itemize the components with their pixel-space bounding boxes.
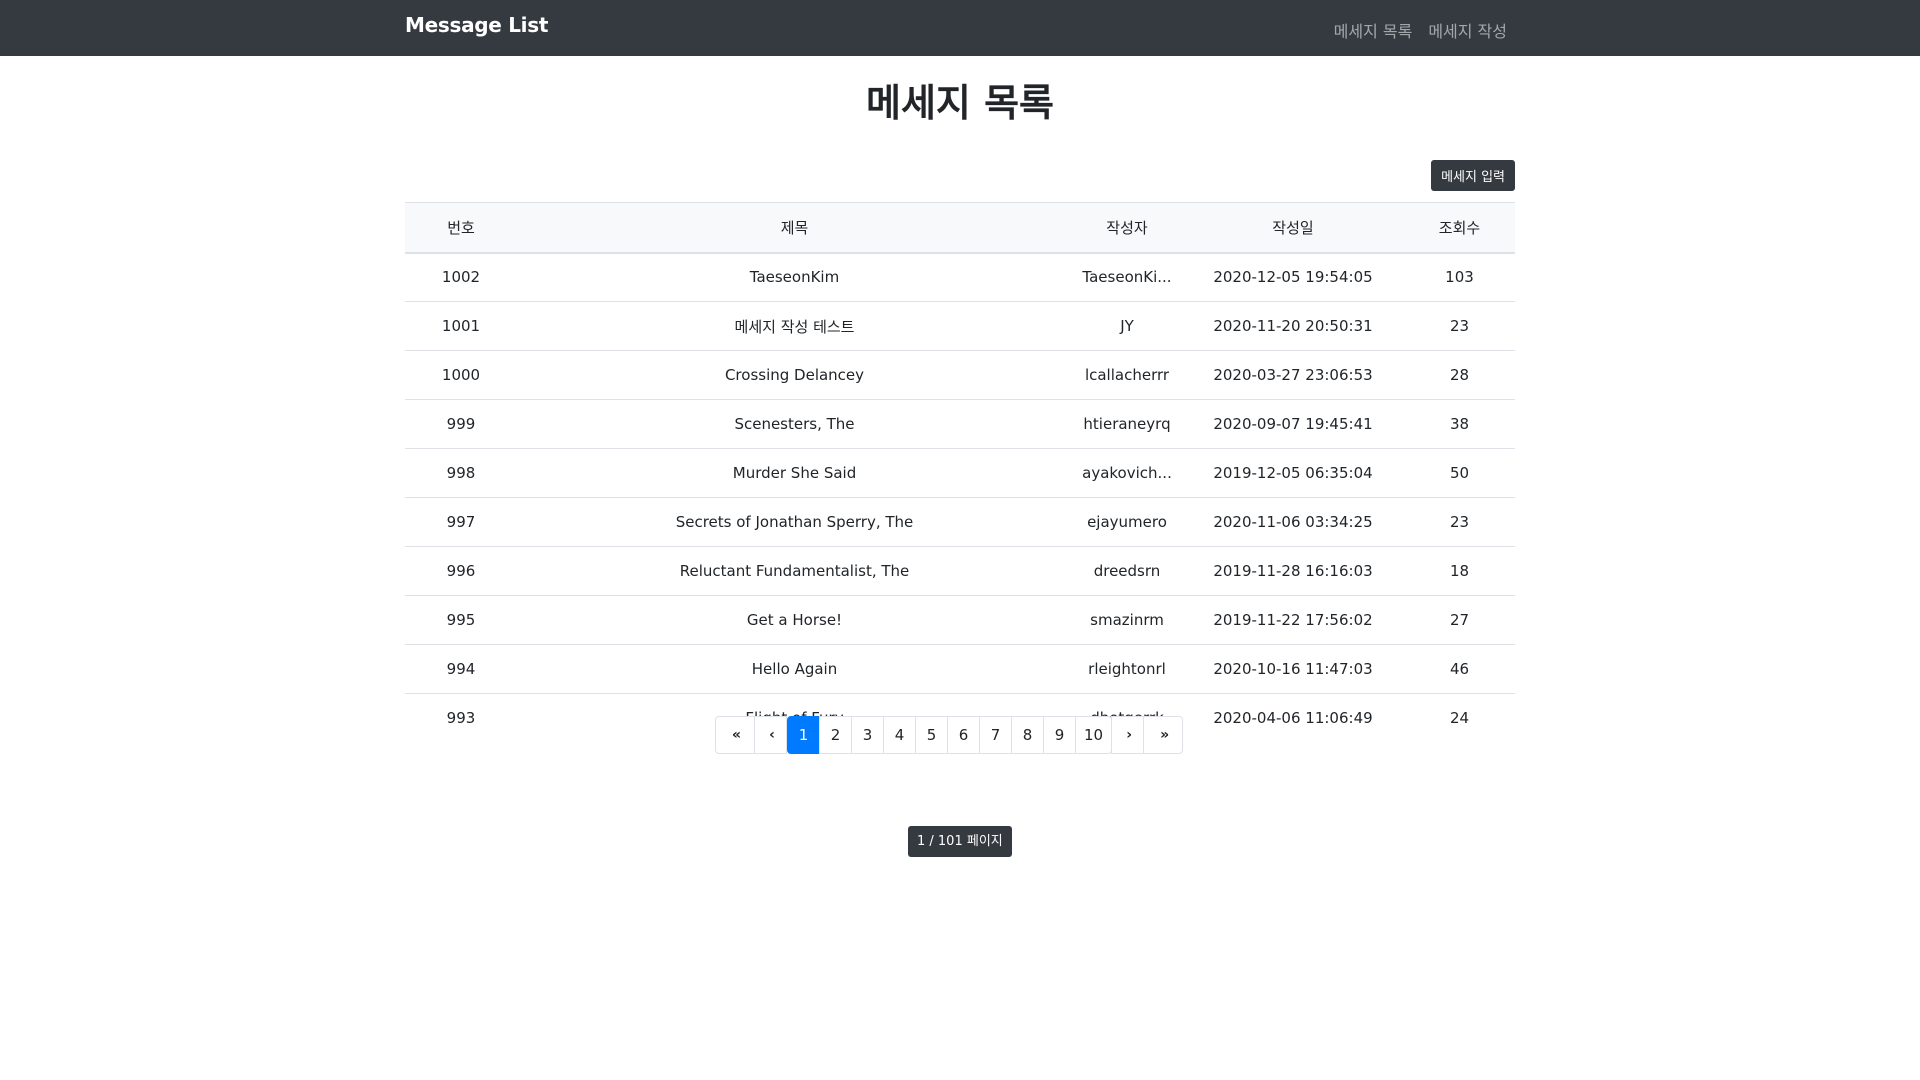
header-writer: 작성자 [1072, 202, 1182, 254]
double-chevron-left-icon: « [731, 727, 741, 743]
cell-date: 2019-11-28 16:16:03 [1182, 546, 1404, 596]
cell-date: 2020-11-06 03:34:25 [1182, 497, 1404, 547]
table-body: 1002 TaeseonKim TaeseonKi... 2020-12-05 19:… [405, 252, 1515, 743]
cell-writer: ayakovich... [1072, 448, 1182, 498]
cell-date: 2020-04-06 11:06:49 [1213, 709, 1373, 728]
cell-number: 997 [405, 497, 517, 547]
header-views: 조회수 [1404, 202, 1515, 254]
cell-views: 23 [1404, 497, 1515, 547]
header-number: 번호 [405, 202, 517, 254]
table-row[interactable]: 995 Get a Horse! smazinrm 2019-11-22 17:56:… [405, 595, 1515, 645]
cell-date: 2020-11-20 20:50:31 [1182, 301, 1404, 351]
page-button-6[interactable]: 6 [947, 716, 980, 754]
cell-number: 993 [446, 709, 476, 728]
cell-views: 38 [1404, 399, 1515, 449]
cell-writer: htieraneyrq [1072, 399, 1182, 449]
cell-title[interactable]: Reluctant Fundamentalist, The [517, 546, 1072, 596]
cell-writer: lcallacherrr [1072, 350, 1182, 400]
page-title: 메세지 목록 [865, 81, 1055, 125]
page-button-8[interactable]: 8 [1011, 716, 1044, 754]
cell-number: 995 [405, 595, 517, 645]
cell-writer: dreedsrn [1072, 546, 1182, 596]
cell-views: 103 [1404, 252, 1515, 302]
cell-writer: JY [1072, 301, 1182, 351]
first-page-button[interactable]: « [715, 716, 755, 754]
navbar: Message List 메세지 목록 메세지 작성 [0, 0, 1920, 56]
header-date: 작성일 [1182, 202, 1404, 254]
cell-number: 1001 [405, 301, 517, 351]
cell-title[interactable]: 메세지 작성 테스트 [517, 301, 1072, 351]
cell-date: 2020-03-27 23:06:53 [1182, 350, 1404, 400]
cell-date: 2019-12-05 06:35:04 [1182, 448, 1404, 498]
cell-date: 2019-11-22 17:56:02 [1182, 595, 1404, 645]
cell-number: 996 [405, 546, 517, 596]
cell-views: 23 [1404, 301, 1515, 351]
nav-link-message-write[interactable]: 메세지 작성 [1428, 18, 1507, 42]
page-button-9[interactable]: 9 [1043, 716, 1076, 754]
cell-title[interactable]: Hello Again [517, 644, 1072, 694]
cell-date: 2020-10-16 11:47:03 [1182, 644, 1404, 694]
new-message-button[interactable]: 메세지 입력 [1431, 160, 1515, 191]
page-info-badge: 1 / 101 페이지 [908, 826, 1012, 857]
cell-number: 1002 [405, 252, 517, 302]
page-button-10[interactable]: 10 [1075, 716, 1113, 754]
cell-writer: smazinrm [1072, 595, 1182, 645]
brand-logo[interactable]: Message List [405, 13, 548, 37]
cell-writer: TaeseonKi... [1072, 252, 1182, 302]
table-row[interactable]: 996 Reluctant Fundamentalist, The dreedsrn… [405, 546, 1515, 596]
nav-links: 메세지 목록 메세지 작성 [1334, 18, 1507, 42]
prev-page-button[interactable]: ‹ [754, 716, 787, 754]
page-button-2[interactable]: 2 [819, 716, 852, 754]
table-row[interactable]: 1002 TaeseonKim TaeseonKi... 2020-12-05 19:… [405, 252, 1515, 302]
cell-title[interactable]: Crossing Delancey [517, 350, 1072, 400]
nav-link-message-list[interactable]: 메세지 목록 [1334, 18, 1413, 42]
cell-title[interactable]: TaeseonKim [517, 252, 1072, 302]
cell-title[interactable]: Secrets of Jonathan Sperry, The [517, 497, 1072, 547]
pagination: « ‹ 1 2 3 4 5 6 7 8 9 10 › » [715, 716, 1184, 754]
table-row[interactable]: 1000 Crossing Delancey lcallacherrr 2020-03… [405, 350, 1515, 400]
cell-number: 994 [405, 644, 517, 694]
chevron-left-icon: ‹ [769, 727, 775, 743]
message-table: 번호 제목 작성자 작성일 조회수 1002 TaeseonKim TaeseonK… [405, 202, 1515, 743]
page-button-5[interactable]: 5 [915, 716, 948, 754]
page-button-3[interactable]: 3 [851, 716, 884, 754]
last-page-button[interactable]: » [1143, 716, 1184, 754]
cell-views: 27 [1404, 595, 1515, 645]
cell-date: 2020-09-07 19:45:41 [1182, 399, 1404, 449]
cell-views: 18 [1404, 546, 1515, 596]
page-button-4[interactable]: 4 [883, 716, 916, 754]
page-button-1[interactable]: 1 [787, 716, 820, 754]
page-button-7[interactable]: 7 [979, 716, 1012, 754]
header-title: 제목 [517, 202, 1072, 254]
table-row[interactable]: 994 Hello Again rleightonrl 2020-10-16 11:4… [405, 644, 1515, 694]
table-row[interactable]: 997 Secrets of Jonathan Sperry, The ejayum… [405, 497, 1515, 547]
cell-title[interactable]: Get a Horse! [517, 595, 1072, 645]
cell-views: 28 [1404, 350, 1515, 400]
main-container: 메세지 목록 메세지 입력 번호 제목 작성자 작성일 조회수 1002 Taes… [405, 56, 1515, 743]
double-chevron-right-icon: » [1160, 727, 1169, 743]
next-page-button[interactable]: › [1111, 716, 1145, 754]
cell-number: 998 [405, 448, 517, 498]
cell-writer: rleightonrl [1072, 644, 1182, 694]
table-row[interactable]: 1001 메세지 작성 테스트 JY 2020-11-20 20:50:31 23 [405, 301, 1515, 351]
toolbar: 메세지 입력 [405, 160, 1515, 200]
cell-writer: ejayumero [1072, 497, 1182, 547]
cell-title[interactable]: Scenesters, The [517, 399, 1072, 449]
table-row[interactable]: 998 Murder She Said ayakovich... 2019-12-05… [405, 448, 1515, 498]
cell-views: 24 [1449, 709, 1470, 728]
cell-title[interactable]: Murder She Said [517, 448, 1072, 498]
cell-number: 1000 [405, 350, 517, 400]
table-header-row: 번호 제목 작성자 작성일 조회수 [405, 202, 1515, 254]
chevron-right-icon: › [1126, 727, 1132, 743]
cell-views: 46 [1404, 644, 1515, 694]
cell-date: 2020-12-05 19:54:05 [1182, 252, 1404, 302]
cell-number: 999 [405, 399, 517, 449]
table-row[interactable]: 999 Scenesters, The htieraneyrq 2020-09-07 … [405, 399, 1515, 449]
cell-views: 50 [1404, 448, 1515, 498]
